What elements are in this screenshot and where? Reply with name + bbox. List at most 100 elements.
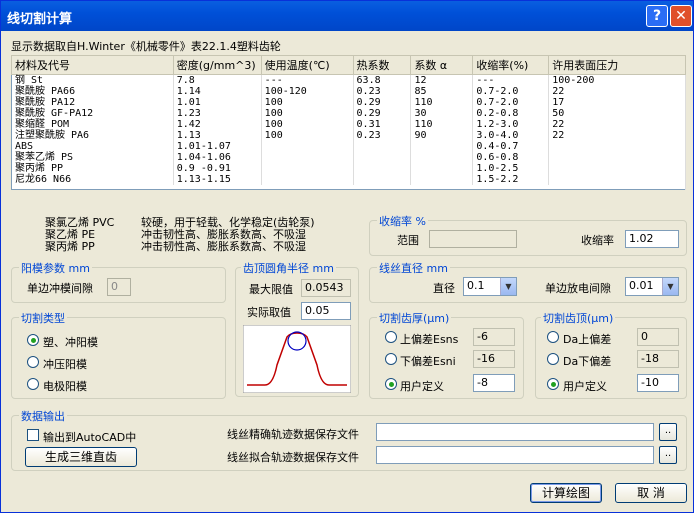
dialog-window: 线切割计算 ? ✕ 显示数据取自H.Winter《机械零件》表22.1.4塑料齿… (0, 0, 694, 513)
table-cell (261, 163, 354, 174)
table-cell: 聚缩醛 POM (11, 119, 174, 130)
column-header[interactable]: 材料及代号 (11, 55, 174, 75)
table-spacer-row (11, 185, 686, 189)
tip-actual-label: 实际取值 (247, 306, 291, 319)
material-table[interactable]: 材料及代号 密度(g/mm^3) 使用温度(℃) 热系数 系数 α 收缩率(%) 许用表面压… (11, 55, 686, 190)
cut-type-radio-2[interactable] (27, 356, 39, 368)
table-row[interactable]: 聚酰胺 GF-PA12 1.23 100 0.29 30 0.2-0.8 50 (11, 108, 686, 119)
table-cell (353, 174, 412, 185)
cut-type-option-3[interactable]: 电极阳模 (43, 378, 87, 394)
table-cell: 100 (261, 130, 354, 141)
table-cell (548, 152, 686, 163)
table-cell: 0.31 (353, 119, 412, 130)
tooth-tip-user-radio[interactable] (547, 378, 559, 390)
cut-type-option-1[interactable]: 塑、冲阳模 (43, 334, 98, 350)
table-row[interactable]: 聚酰胺 PA66 1.14 100-120 0.23 85 0.7-2.0 22 (11, 86, 686, 97)
precise-browse-button[interactable]: .. (659, 423, 677, 441)
table-cell: 7.8 (173, 74, 262, 86)
tooth-tip-user-field[interactable]: -10 (637, 374, 679, 392)
cancel-button[interactable]: 取 消 (615, 483, 687, 503)
table-cell: 100 (261, 97, 354, 108)
tooth-tip-user-label[interactable]: 用户定义 (563, 378, 607, 394)
thickness-lower-radio[interactable] (385, 353, 397, 365)
precise-file-field[interactable] (376, 423, 654, 441)
table-cell: ABS (11, 141, 174, 152)
fit-browse-button[interactable]: .. (659, 446, 677, 464)
table-cell: 3.0-4.0 (472, 130, 550, 141)
table-cell (548, 163, 686, 174)
column-header[interactable]: 许用表面压力 (548, 55, 686, 75)
tooth-tip-lower-radio[interactable] (547, 353, 559, 365)
die-title: 阳模参数 mm (19, 260, 92, 276)
thickness-user-radio[interactable] (385, 378, 397, 390)
table-cell: 90 (410, 130, 474, 141)
cut-type-option-2[interactable]: 冲压阳模 (43, 356, 87, 372)
column-header[interactable]: 热系数 (352, 55, 412, 75)
wire-gap-select[interactable]: 0.01 ▼ (625, 277, 679, 296)
autocad-label[interactable]: 输出到AutoCAD中 (43, 429, 136, 445)
note-3-desc: 冲击韧性高、膨胀系数高、不吸湿 (141, 240, 306, 253)
chevron-down-icon[interactable]: ▼ (500, 278, 516, 295)
table-cell: 1.23 (173, 108, 262, 119)
column-header[interactable]: 使用温度(℃) (260, 55, 354, 75)
note-3-name: 聚丙烯 PP (45, 240, 95, 253)
tooth-tip-upper-radio[interactable] (547, 331, 559, 343)
table-cell: 注塑聚酰胺 PA6 (11, 130, 174, 141)
tip-title: 齿顶圆角半径 mm (241, 260, 336, 276)
fit-file-field[interactable] (376, 446, 654, 464)
table-row[interactable]: 聚丙烯 PP 0.9 -0.91 1.0-2.5 (11, 163, 686, 174)
column-header[interactable]: 收缩率(%) (472, 55, 550, 75)
column-header[interactable]: 密度(g/mm^3) (172, 55, 262, 75)
table-cell (410, 141, 474, 152)
tooth-tip-upper-label[interactable]: Da上偏差 (563, 331, 611, 347)
tip-actual-field[interactable]: 0.05 (301, 302, 351, 320)
table-row[interactable]: 聚酰胺 PA12 1.01 100 0.29 110 0.7-2.0 17 (11, 97, 686, 108)
table-row[interactable]: 尼龙66 N66 1.13-1.15 1.5-2.2 (11, 174, 686, 185)
table-cell: 1.2-3.0 (472, 119, 550, 130)
table-cell: 12 (410, 74, 474, 86)
table-row[interactable]: 注塑聚酰胺 PA6 1.13 100 0.23 90 3.0-4.0 22 (11, 130, 686, 141)
table-cell: --- (472, 74, 550, 86)
close-button[interactable]: ✕ (670, 5, 692, 27)
table-cell (548, 174, 686, 185)
calc-button[interactable]: 计算绘图 (530, 483, 602, 503)
cut-type-radio-3[interactable] (27, 378, 39, 390)
gen3d-button[interactable]: 生成三维直齿 (25, 447, 137, 467)
table-cell: 1.0-2.5 (472, 163, 550, 174)
chevron-down-icon[interactable]: ▼ (662, 278, 678, 295)
table-cell (261, 141, 354, 152)
table-cell: 聚酰胺 PA66 (11, 86, 174, 97)
table-cell (261, 152, 354, 163)
wire-dia-value: 0.1 (467, 279, 485, 292)
tooth-tip-lower-label[interactable]: Da下偏差 (563, 353, 611, 369)
thickness-user-label[interactable]: 用户定义 (400, 378, 444, 394)
thickness-lower-label[interactable]: 下偏差Esni (400, 353, 456, 369)
thickness-upper-label[interactable]: 上偏差Esns (400, 331, 458, 347)
cut-type-radio-1[interactable] (27, 334, 39, 346)
wire-dia-label: 直径 (433, 282, 455, 295)
table-cell: 0.23 (353, 130, 412, 141)
die-gap-label: 单边冲模间隙 (27, 282, 93, 295)
table-cell: 0.6-0.8 (472, 152, 550, 163)
thickness-user-field[interactable]: -8 (473, 374, 515, 392)
die-gap-field[interactable]: 0 (107, 278, 131, 296)
help-button[interactable]: ? (646, 5, 668, 27)
table-cell: 钢 St (11, 74, 174, 86)
table-row[interactable]: ABS 1.01-1.07 0.4-0.7 (11, 141, 686, 152)
table-row[interactable]: 钢 St 7.8 --- 63.8 12 --- 100-200 (11, 74, 686, 86)
table-cell: 85 (410, 86, 474, 97)
shrink-rate-field[interactable]: 1.02 (625, 230, 679, 248)
range-field[interactable] (429, 230, 517, 248)
table-cell: 110 (410, 97, 474, 108)
thickness-upper-radio[interactable] (385, 331, 397, 343)
wire-dia-select[interactable]: 0.1 ▼ (463, 277, 517, 296)
table-cell: 聚丙烯 PP (11, 163, 174, 174)
table-cell: 聚酰胺 PA12 (11, 97, 174, 108)
table-row[interactable]: 聚苯乙烯 PS 1.04-1.06 0.6-0.8 (11, 152, 686, 163)
column-header[interactable]: 系数 α (410, 55, 474, 75)
table-row[interactable]: 聚缩醛 POM 1.42 100 0.31 110 1.2-3.0 22 (11, 119, 686, 130)
cut-type-title: 切割类型 (19, 310, 67, 326)
table-cell: 0.7-2.0 (472, 86, 550, 97)
table-cell (410, 152, 474, 163)
autocad-checkbox[interactable] (27, 429, 39, 441)
